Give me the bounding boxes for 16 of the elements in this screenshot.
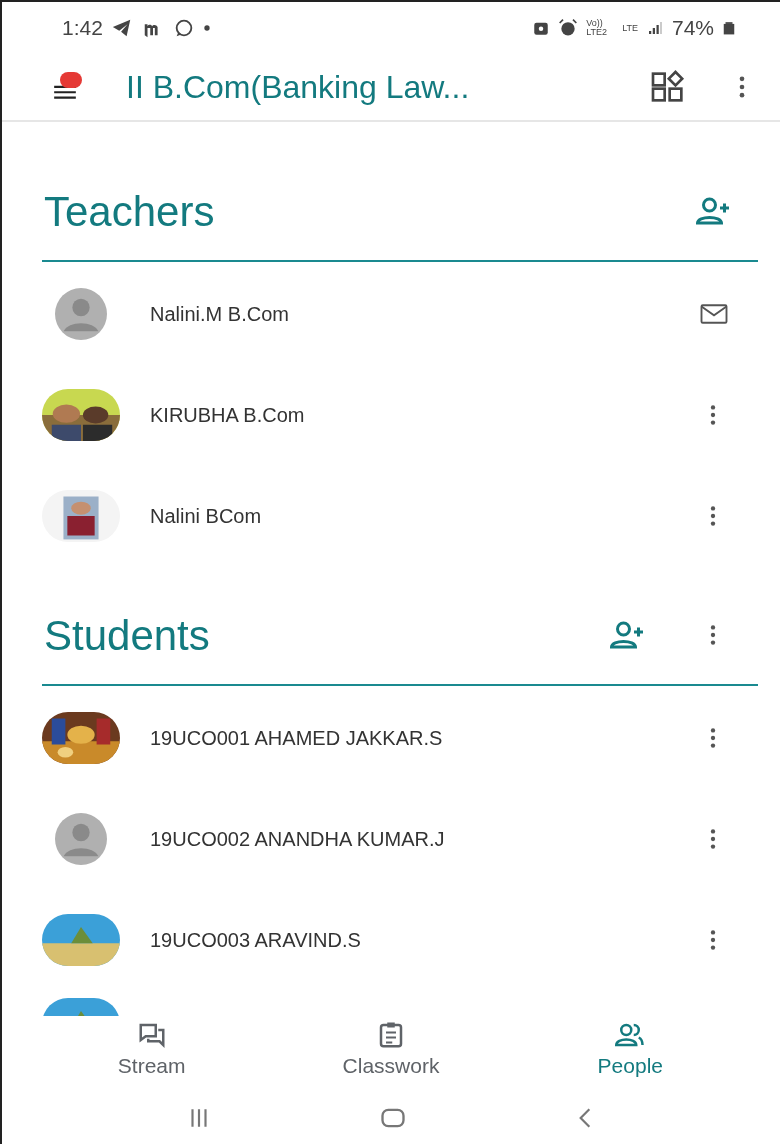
nav-tab[interactable]: Classwork <box>301 1020 481 1082</box>
person-name[interactable]: 19UCO001 AHAMED JAKKAR.S <box>150 722 700 753</box>
person-name[interactable]: 19UCO002 ANANDHA KUMAR.J <box>150 823 700 854</box>
person-name[interactable]: Nalini.M B.Com <box>150 298 694 329</box>
status-time: 1:42 <box>62 15 103 42</box>
nav-tab[interactable]: Stream <box>61 1020 242 1082</box>
data-label: LTE <box>622 23 638 33</box>
nav-tab[interactable]: People <box>540 1020 721 1082</box>
person-name[interactable]: 19UCO003 ARAVIND.S <box>150 924 700 955</box>
network-label: Vo)) LTE2 <box>586 19 608 37</box>
battery-percent: 74% <box>671 15 714 42</box>
section-heading: Teachers <box>43 186 216 237</box>
person-name[interactable]: Nalini BCom <box>150 500 700 531</box>
app-title: II B.Com(Banking Law... <box>126 68 471 107</box>
section-heading: Students <box>43 610 211 661</box>
person-name[interactable]: KIRUBHA B.Com <box>150 399 700 430</box>
